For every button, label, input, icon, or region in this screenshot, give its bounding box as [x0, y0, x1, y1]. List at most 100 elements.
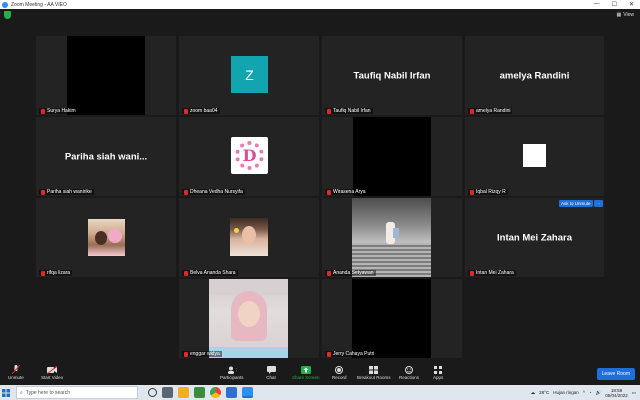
video-feed: [353, 117, 431, 196]
zoom-app-icon[interactable]: [242, 387, 253, 398]
share-screen-label: Share Screen: [292, 375, 320, 380]
video-tile[interactable]: Intan Mei Zahara Intan Mei Zahara: [465, 198, 604, 277]
participant-name: Belva Ananda Shara: [182, 270, 238, 276]
cortana-icon[interactable]: [148, 388, 157, 397]
muted-mic-icon: [327, 270, 331, 276]
record-button[interactable]: Record: [332, 365, 347, 380]
participant-name: rifqa lizara: [39, 270, 73, 276]
video-tile[interactable]: Surya Hakim: [36, 36, 176, 115]
notifications-icon[interactable]: ▭: [632, 390, 636, 396]
participants-label: Participants: [220, 375, 244, 380]
participant-name: Intan Mei Zahara: [468, 270, 516, 276]
muted-mic-icon: [184, 189, 188, 195]
task-view-icon[interactable]: [162, 387, 173, 398]
muted-mic-icon: [470, 270, 474, 276]
video-tile[interactable]: Z zoom baa04: [179, 36, 319, 115]
muted-mic-icon: [327, 351, 331, 357]
participant-name: Dheana Vedha Nursyifa: [182, 189, 245, 195]
word-icon[interactable]: [226, 387, 237, 398]
video-tile[interactable]: Belva Ananda Shara: [179, 198, 319, 277]
video-tile[interactable]: D Dheana Vedha Nursyifa: [179, 117, 319, 196]
muted-mic-icon: [41, 270, 45, 276]
video-feed: [88, 219, 125, 256]
participant-name: Taufiq Nabil Irfan: [325, 108, 373, 114]
video-tile[interactable]: amelya Randini amelya Randini: [465, 36, 604, 115]
apps-label: Apps: [433, 375, 444, 380]
svg-text:14: 14: [236, 367, 237, 372]
apps-icon: [433, 365, 443, 374]
unmute-button[interactable]: Unmute: [8, 365, 24, 380]
clock-date: 05/04/2022: [605, 392, 628, 398]
video-tile[interactable]: enggar widya: [179, 279, 319, 358]
file-explorer-icon[interactable]: [178, 387, 189, 398]
ask-to-unmute-button[interactable]: Ask to Unmute: [559, 200, 593, 207]
leave-room-button[interactable]: Leave Room: [596, 368, 635, 380]
meeting-toolbar: Unmute Start Video 14 Participants Chat …: [0, 363, 640, 385]
avatar: D: [231, 137, 268, 174]
participant-name: zoom baa04: [182, 108, 220, 114]
smiley-icon: [404, 365, 414, 374]
reactions-label: Reactions: [399, 375, 420, 380]
participant-name: Iqbal Rizqy R: [468, 189, 508, 195]
participant-display-name: Pariha siah wani...: [64, 151, 148, 162]
temperature: 28°C: [539, 390, 550, 395]
start-video-label: Start Video: [41, 375, 64, 380]
video-feed: [230, 218, 268, 256]
participant-name: amelya Randini: [468, 108, 513, 114]
gallery-grid: Surya Hakim Z zoom baa04 Taufiq Nabil Ir…: [0, 0, 640, 400]
taskbar-search-input[interactable]: ⌕ Type here to search: [16, 386, 138, 399]
video-tile[interactable]: Pariha siah wani... Pariha siah wanirike: [36, 117, 176, 196]
muted-mic-icon: [184, 351, 188, 357]
reactions-button[interactable]: Reactions: [399, 365, 419, 380]
video-tile[interactable]: Jerry Cahaya Putri: [322, 279, 462, 358]
wifi-icon[interactable]: ◔: [589, 390, 592, 395]
share-screen-icon: [300, 365, 311, 374]
video-feed: [523, 144, 546, 167]
muted-mic-icon: [184, 108, 188, 114]
video-tile[interactable]: rifqa lizara: [36, 198, 176, 277]
volume-icon[interactable]: 🔊: [596, 390, 602, 396]
video-tile[interactable]: Taufiq Nabil Irfan Taufiq Nabil Irfan: [322, 36, 462, 115]
participants-icon: 14: [227, 365, 237, 374]
chevron-up-icon[interactable]: ^: [583, 390, 585, 395]
avatar: Z: [231, 56, 268, 93]
taskbar-clock[interactable]: 18:58 05/04/2022: [605, 388, 628, 398]
participant-display-name: amelya Randini: [499, 70, 570, 81]
participant-display-name: Taufiq Nabil Irfan: [353, 70, 431, 81]
more-options-button[interactable]: ···: [594, 200, 603, 207]
chat-icon: [266, 365, 276, 374]
record-label: Record: [332, 375, 347, 380]
apps-button[interactable]: Apps: [433, 365, 443, 380]
participant-display-name: Intan Mei Zahara: [497, 232, 572, 243]
chat-label: Chat: [266, 375, 276, 380]
participant-name: enggar widya: [182, 351, 222, 357]
breakout-rooms-button[interactable]: Breakout Rooms: [357, 365, 391, 380]
unmute-label: Unmute: [8, 375, 24, 380]
record-icon: [334, 365, 344, 374]
participant-name: Wirasena Arya: [325, 189, 368, 195]
muted-mic-icon: [327, 108, 331, 114]
breakout-rooms-label: Breakout Rooms: [357, 375, 391, 380]
excel-icon[interactable]: [194, 387, 205, 398]
chat-button[interactable]: Chat: [266, 365, 276, 380]
share-screen-button[interactable]: Share Screen: [292, 365, 320, 380]
video-tile[interactable]: Ananda Setyawan: [322, 198, 462, 277]
windows-taskbar: ⌕ Type here to search ☁ 28°C Hujan ringa…: [0, 385, 640, 400]
video-tile[interactable]: Iqbal Rizqy R: [465, 117, 604, 196]
weather-text: Hujan ringan: [553, 390, 579, 395]
muted-mic-icon: [327, 189, 331, 195]
video-off-icon: [47, 365, 58, 374]
muted-mic-icon: [11, 365, 21, 374]
weather-cloud-icon: ☁: [530, 389, 536, 395]
start-video-button[interactable]: Start Video: [41, 365, 63, 380]
search-icon: ⌕: [20, 389, 23, 396]
participants-button[interactable]: 14 Participants: [220, 365, 244, 380]
avatar-letter: D: [242, 146, 257, 165]
muted-mic-icon: [41, 189, 45, 195]
windows-start-button[interactable]: [0, 385, 12, 400]
chrome-icon[interactable]: [210, 387, 221, 398]
participant-name: Jerry Cahaya Putri: [325, 351, 377, 357]
video-tile[interactable]: Wirasena Arya: [322, 117, 462, 196]
video-feed: [352, 279, 431, 358]
participant-name: Surya Hakim: [39, 108, 78, 114]
